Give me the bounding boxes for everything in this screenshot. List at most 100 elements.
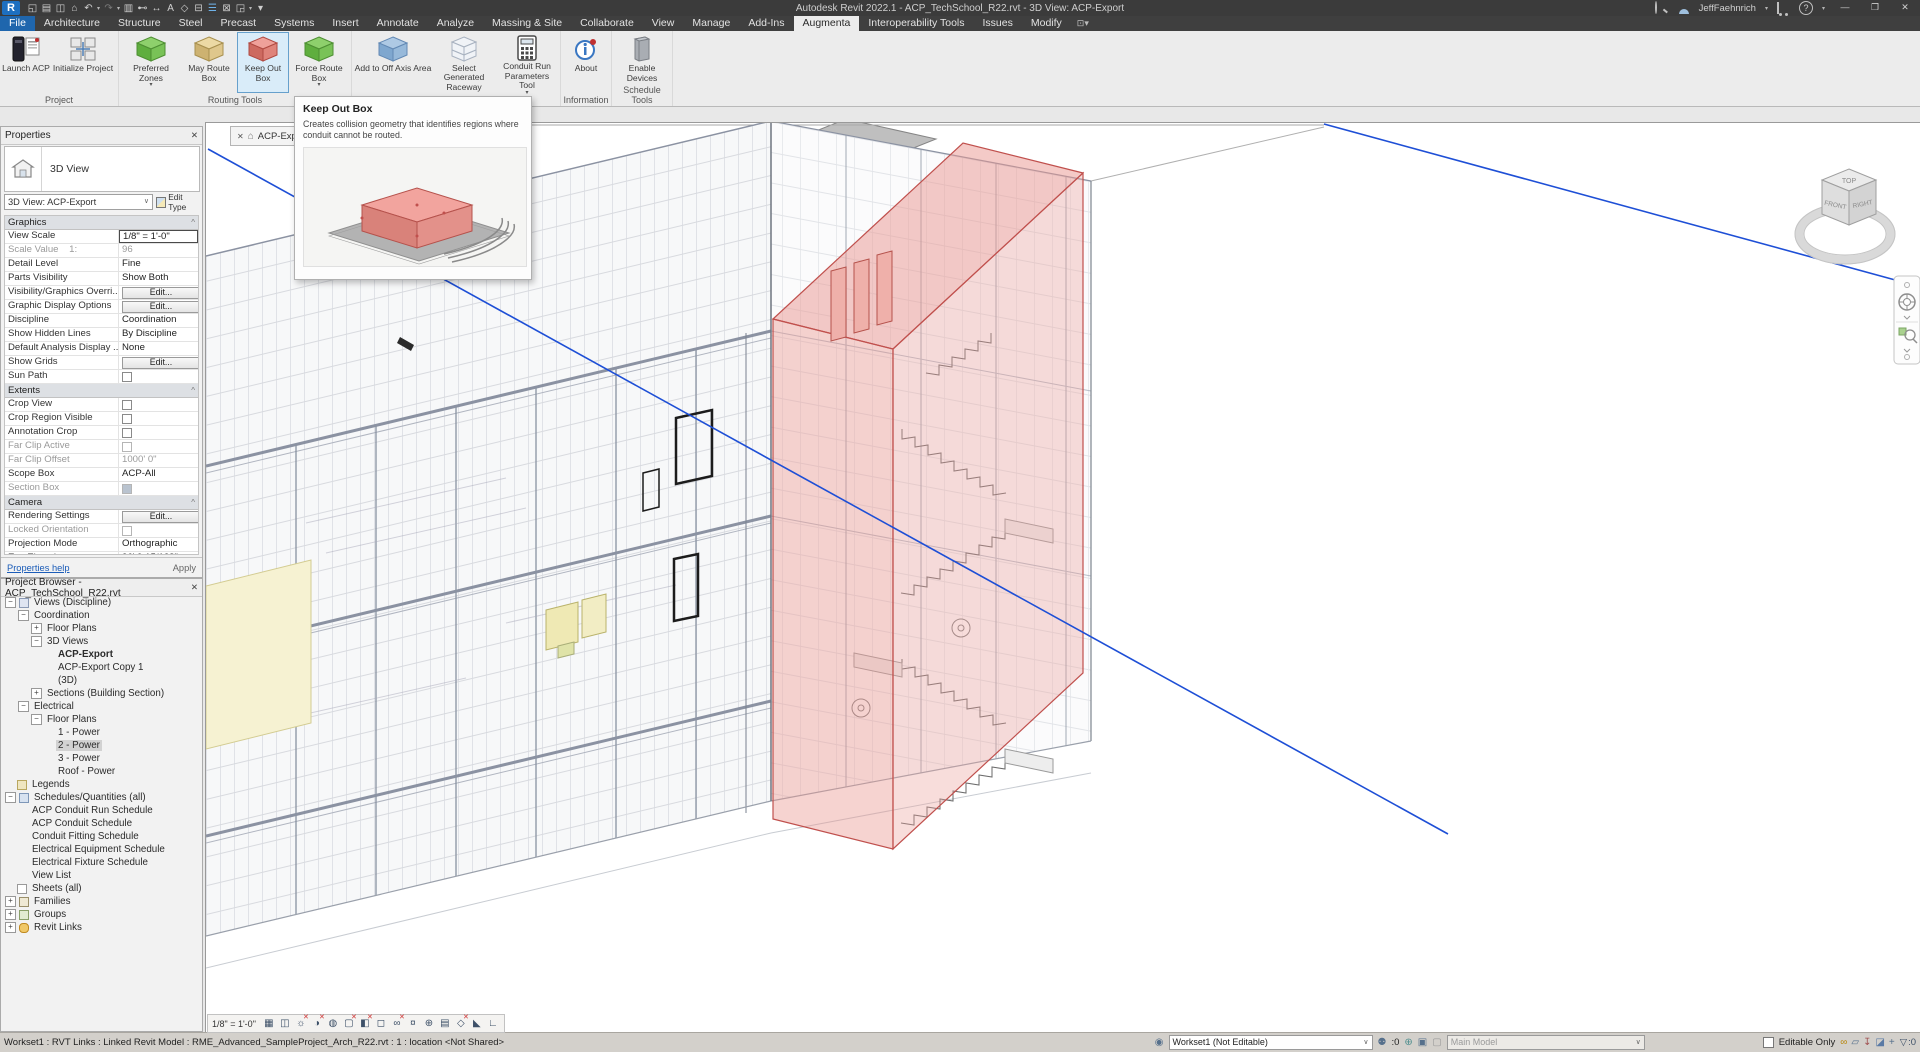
edit-button[interactable]: Edit... xyxy=(122,511,198,523)
property-value[interactable]: 1/8" = 1'-0" xyxy=(119,230,198,243)
tree-item-conduit-fitting-schedule[interactable]: Conduit Fitting Schedule xyxy=(1,830,202,843)
tree-item-electrical-equipment-schedule[interactable]: Electrical Equipment Schedule xyxy=(1,843,202,856)
select-underlay-icon[interactable]: ▱ xyxy=(1851,1037,1859,1049)
property-row-annotation-crop[interactable]: Annotation Crop xyxy=(5,426,198,440)
view-scale-button[interactable]: 1/8" = 1'-0" xyxy=(212,1019,256,1029)
edit-button[interactable]: Edit... xyxy=(122,357,198,369)
tree-item-acp-conduit-schedule[interactable]: ACP Conduit Schedule xyxy=(1,817,202,830)
property-row-scale-value-1[interactable]: Scale Value 1:96 xyxy=(5,244,198,258)
property-value[interactable] xyxy=(119,440,198,453)
ribbon-button-initialize-project[interactable]: Initialize Project xyxy=(50,32,116,92)
property-value[interactable]: 36' 9 15/128" xyxy=(119,552,198,555)
edit-button[interactable]: Edit... xyxy=(122,301,198,313)
tree-item-sections-building-section[interactable]: +Sections (Building Section) xyxy=(1,687,202,700)
property-checkbox[interactable] xyxy=(122,400,132,410)
property-value[interactable]: Fine xyxy=(119,258,198,271)
property-value[interactable]: None xyxy=(119,342,198,355)
expander-icon[interactable]: − xyxy=(18,701,29,712)
switch-windows-icon[interactable]: ◲ xyxy=(234,2,247,15)
property-value[interactable] xyxy=(119,524,198,537)
crop-view-icon[interactable]: ▢✕ xyxy=(342,1017,356,1030)
ribbon-button-select-generated-raceway[interactable]: Select Generated Raceway xyxy=(432,32,496,92)
temporary-view-properties-icon[interactable]: ▤ xyxy=(438,1017,452,1030)
tree-item-coordination[interactable]: −Coordination xyxy=(1,609,202,622)
edit-button[interactable]: Edit... xyxy=(122,287,198,299)
property-row-eye-elevation[interactable]: Eye Elevation36' 9 15/128" xyxy=(5,552,198,555)
property-row-visibility-graphics-overri[interactable]: Visibility/Graphics Overri...Edit... xyxy=(5,286,198,300)
editing-requests-icon[interactable]: ⚉ xyxy=(1378,1037,1387,1049)
property-row-detail-level[interactable]: Detail LevelFine xyxy=(5,258,198,272)
tree-item-floor-plans[interactable]: +Floor Plans xyxy=(1,622,202,635)
ribbon-button-may-route-box[interactable]: May Route Box xyxy=(181,32,237,92)
3d-view-icon[interactable]: ◇ xyxy=(178,2,191,15)
ribbon-tab-interoperability-tools[interactable]: Interoperability Tools xyxy=(859,16,973,31)
property-row-discipline[interactable]: DisciplineCoordination xyxy=(5,314,198,328)
ribbon-tab-file[interactable]: File xyxy=(0,16,35,31)
property-row-far-clip-active[interactable]: Far Clip Active xyxy=(5,440,198,454)
property-checkbox[interactable] xyxy=(122,414,132,424)
ribbon-tab-massing-site[interactable]: Massing & Site xyxy=(483,16,571,31)
expander-icon[interactable]: − xyxy=(18,610,29,621)
reveal-constraints-icon[interactable]: ∟ xyxy=(486,1017,500,1030)
rendering-dialog-icon[interactable]: ◍ xyxy=(326,1017,340,1030)
drag-on-selection-icon[interactable]: + xyxy=(1889,1037,1895,1049)
property-value[interactable]: Edit... xyxy=(119,300,198,313)
properties-close-icon[interactable]: ✕ xyxy=(191,130,198,141)
close-button[interactable]: ✕ xyxy=(1894,0,1916,16)
expander-icon[interactable]: − xyxy=(31,714,42,725)
property-row-far-clip-offset[interactable]: Far Clip Offset1000' 0" xyxy=(5,454,198,468)
property-row-projection-mode[interactable]: Projection ModeOrthographic xyxy=(5,538,198,552)
show-crop-region-icon[interactable]: ◧✕ xyxy=(358,1017,372,1030)
help-icon[interactable]: ? xyxy=(1799,1,1813,15)
ribbon-tab-modify[interactable]: Modify xyxy=(1022,16,1071,31)
select-by-face-icon[interactable]: ◪ xyxy=(1875,1037,1884,1049)
property-row-section-box[interactable]: Section Box xyxy=(5,482,198,496)
property-value[interactable] xyxy=(119,370,198,383)
property-row-graphic-display-options[interactable]: Graphic Display OptionsEdit... xyxy=(5,300,198,314)
view-tab-close-icon[interactable]: ✕ xyxy=(237,132,244,141)
shadows-icon[interactable]: ◑✕ xyxy=(310,1017,324,1030)
expander-icon[interactable]: + xyxy=(5,896,16,907)
section-icon[interactable]: ⊟ xyxy=(192,2,205,15)
property-value[interactable]: ACP-All xyxy=(119,468,198,481)
property-section-camera[interactable]: Camera^ xyxy=(5,496,198,510)
property-row-parts-visibility[interactable]: Parts VisibilityShow Both xyxy=(5,272,198,286)
ribbon-tab-analyze[interactable]: Analyze xyxy=(428,16,483,31)
property-checkbox[interactable] xyxy=(122,484,132,494)
property-value[interactable] xyxy=(119,482,198,495)
app-store-cart-icon[interactable] xyxy=(1777,2,1791,15)
print-icon[interactable]: ▥ xyxy=(122,2,135,15)
ribbon-button-launch-acp[interactable]: Launch ACP xyxy=(2,32,50,92)
redo-icon[interactable]: ↷ xyxy=(102,2,115,15)
property-row-rendering-settings[interactable]: Rendering SettingsEdit... xyxy=(5,510,198,524)
tree-item-legends[interactable]: Legends xyxy=(1,778,202,791)
select-links-icon[interactable]: ∞ xyxy=(1840,1037,1847,1049)
worksets-icon[interactable]: ◉ xyxy=(1155,1037,1164,1049)
ribbon-button-preferred-zones[interactable]: Preferred Zones▾ xyxy=(121,32,181,92)
tree-item-sheets-all[interactable]: Sheets (all) xyxy=(1,882,202,895)
tree-item-floor-plans[interactable]: −Floor Plans xyxy=(1,713,202,726)
property-value[interactable]: Orthographic xyxy=(119,538,198,551)
search-icon[interactable] xyxy=(1655,2,1669,15)
open-icon[interactable]: ▤ xyxy=(40,2,53,15)
expander-icon[interactable]: − xyxy=(31,636,42,647)
tree-item-views-discipline[interactable]: −Views (Discipline) xyxy=(1,596,202,609)
reveal-hidden-elements-icon[interactable]: ¤ xyxy=(406,1017,420,1030)
ribbon-tab-architecture[interactable]: Architecture xyxy=(35,16,109,31)
tree-item-revit-links[interactable]: +Revit Links xyxy=(1,921,202,934)
tree-item-groups[interactable]: +Groups xyxy=(1,908,202,921)
restore-button[interactable]: ❐ xyxy=(1864,0,1886,16)
expander-icon[interactable]: − xyxy=(5,597,16,608)
property-value[interactable] xyxy=(119,398,198,411)
tree-item-acp-conduit-run-schedule[interactable]: ACP Conduit Run Schedule xyxy=(1,804,202,817)
property-value[interactable]: 96 xyxy=(119,244,198,257)
ribbon-tab-manage[interactable]: Manage xyxy=(683,16,739,31)
ribbon-button-keep-out-box[interactable]: Keep Out Box xyxy=(237,32,289,93)
property-row-default-analysis-display[interactable]: Default Analysis Display ...None xyxy=(5,342,198,356)
worksharing-status-icon[interactable]: ⊕ xyxy=(1404,1037,1412,1049)
ribbon-button-add-to-off-axis-area[interactable]: Add to Off Axis Area xyxy=(354,32,432,92)
selection-filter[interactable]: ▽:0 xyxy=(1900,1037,1916,1048)
property-value[interactable]: Coordination xyxy=(119,314,198,327)
apply-button[interactable]: Apply xyxy=(173,563,196,573)
tree-item-acp-export[interactable]: ACP-Export xyxy=(1,648,202,661)
